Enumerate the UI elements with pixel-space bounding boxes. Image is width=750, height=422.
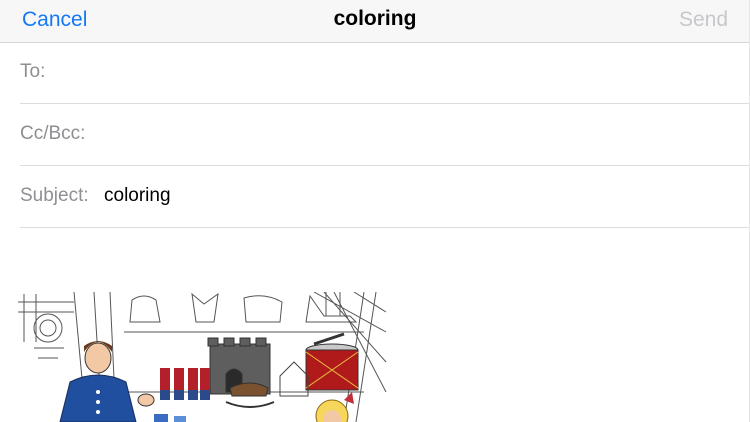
send-button[interactable]: Send: [679, 8, 728, 32]
to-input[interactable]: [54, 54, 740, 92]
subject-field[interactable]: Subject: coloring: [20, 166, 750, 228]
ccbcc-input[interactable]: [98, 116, 740, 154]
coloring-page-image: [14, 292, 387, 422]
compose-title: coloring: [333, 7, 417, 30]
attachment-image[interactable]: [14, 292, 387, 422]
to-field[interactable]: To:: [20, 42, 750, 104]
navigation-bar: Cancel coloring Send: [0, 0, 750, 43]
subject-value[interactable]: coloring: [104, 185, 171, 207]
ccbcc-field[interactable]: Cc/Bcc:: [20, 104, 750, 166]
ccbcc-label: Cc/Bcc:: [20, 123, 86, 144]
to-label: To:: [20, 61, 46, 82]
subject-label: Subject:: [20, 185, 89, 206]
message-body[interactable]: [0, 228, 750, 422]
